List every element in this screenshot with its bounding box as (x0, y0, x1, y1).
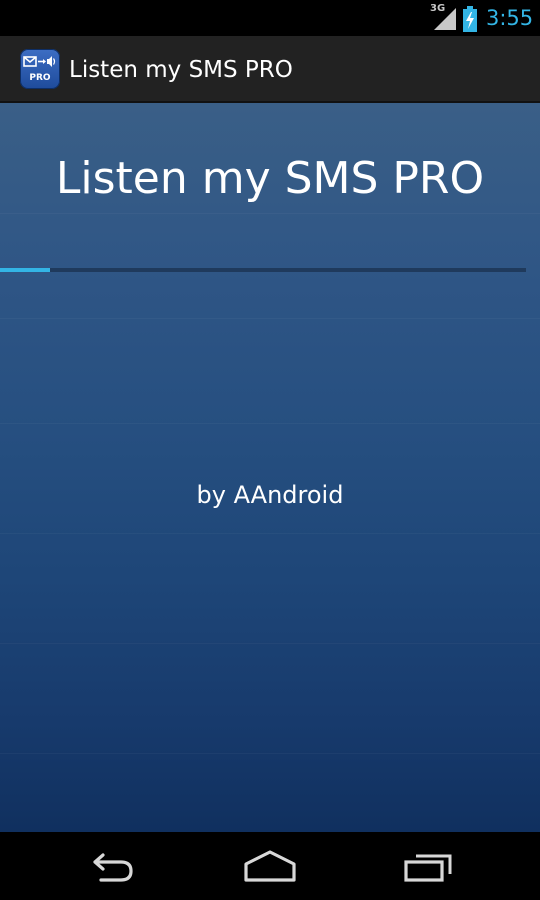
back-button[interactable] (67, 842, 157, 890)
loading-progress-bar (0, 268, 526, 272)
splash-title: Listen my SMS PRO (55, 153, 485, 204)
background-band (0, 533, 540, 534)
signal-icon (434, 8, 456, 30)
sms-speaker-icon (23, 56, 56, 67)
status-bar: 3G 3:55 (0, 0, 540, 36)
action-bar: PRO Listen my SMS PRO (0, 36, 540, 103)
battery-charging-icon (463, 6, 477, 32)
background-band (0, 753, 540, 754)
background-band (0, 643, 540, 644)
app-icon-badge: PRO (29, 73, 51, 83)
navigation-bar (0, 832, 540, 900)
home-button[interactable] (225, 842, 315, 890)
recent-apps-button[interactable] (383, 842, 473, 890)
loading-progress-fill (0, 268, 50, 272)
status-time: 3:55 (486, 6, 534, 30)
splash-screen: Listen my SMS PRO by AAndroid (0, 103, 540, 832)
back-icon (93, 853, 133, 882)
background-band (0, 423, 540, 424)
background-band (0, 318, 540, 319)
home-icon (244, 850, 296, 882)
app-icon[interactable]: PRO (20, 49, 60, 89)
action-bar-title: Listen my SMS PRO (69, 57, 293, 83)
recent-apps-icon (404, 854, 452, 882)
author-label: by AAndroid (196, 481, 344, 509)
background-band (0, 213, 540, 214)
